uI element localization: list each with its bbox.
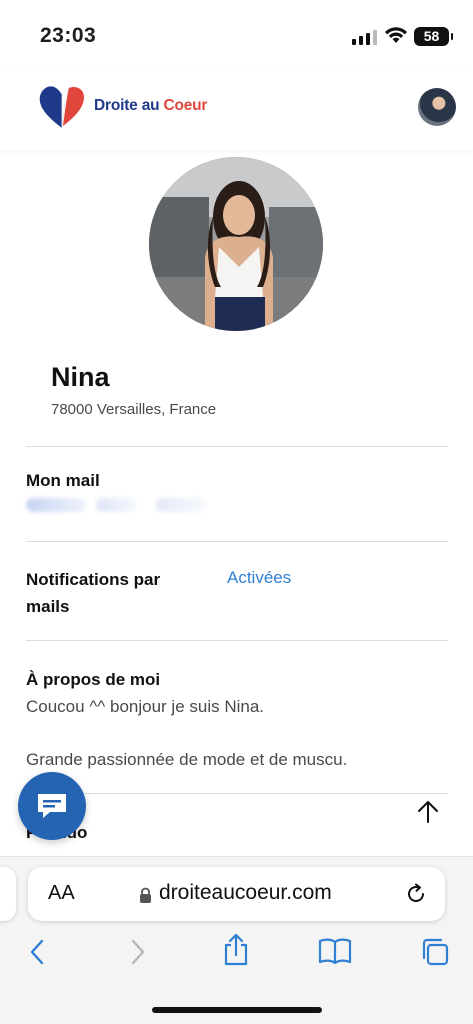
about-line-2: Grande passionnée de mode et de muscu. (26, 750, 348, 769)
divider (26, 541, 448, 542)
chat-bubble-icon (38, 794, 66, 818)
divider (26, 793, 448, 794)
notifications-status[interactable]: Activées (227, 568, 291, 588)
share-icon[interactable] (222, 933, 250, 967)
profile-photo (149, 157, 323, 331)
reader-settings-button[interactable]: AA (48, 882, 75, 905)
browser-bottom-bar: AA droiteaucoeur.com (0, 856, 473, 1024)
lock-icon (140, 887, 151, 903)
logo-text-red: Coeur (163, 97, 208, 114)
about-line-1: Coucou ^^ bonjour je suis Nina. (26, 697, 265, 716)
address-bar[interactable]: AA droiteaucoeur.com (28, 867, 445, 921)
profile-name: Nina (51, 362, 110, 392)
redacted-surname (117, 366, 227, 396)
user-avatar[interactable] (418, 88, 456, 126)
notifications-label-line1: Notifications par (26, 570, 161, 589)
tabs-icon[interactable] (420, 937, 450, 967)
mail-label: Mon mail (26, 471, 100, 490)
cellular-signal-icon (352, 30, 377, 45)
divider (26, 640, 448, 641)
battery-icon: 58 (414, 27, 453, 46)
status-bar: 23:03 58 (0, 0, 473, 70)
notifications-label: Notifications par mails (26, 566, 160, 620)
previous-tab-peek[interactable] (0, 867, 16, 921)
notifications-label-line2: mails (26, 597, 70, 616)
url-text[interactable]: droiteaucoeur.com (159, 881, 332, 905)
status-time: 23:03 (40, 24, 97, 47)
chevron-left-icon[interactable] (27, 937, 47, 967)
profile-location: 78000 Versailles, France (51, 401, 217, 418)
book-icon[interactable] (318, 937, 352, 965)
chat-button[interactable] (18, 772, 86, 840)
logo-text-blue: Droite au (94, 97, 164, 114)
redacted-email (26, 498, 211, 512)
reload-icon[interactable] (405, 883, 427, 905)
home-indicator (152, 1007, 322, 1013)
chevron-right-icon[interactable] (128, 937, 148, 967)
site-header: Droite au Coeur (0, 70, 473, 150)
arrow-up-icon[interactable] (414, 798, 442, 826)
wifi-icon (385, 27, 407, 43)
browser-toolbar (0, 933, 473, 977)
site-logo-text[interactable]: Droite au Coeur (94, 97, 207, 115)
about-label: À propos de moi (26, 670, 161, 689)
divider (26, 446, 448, 447)
heart-logo-icon[interactable] (36, 82, 88, 132)
